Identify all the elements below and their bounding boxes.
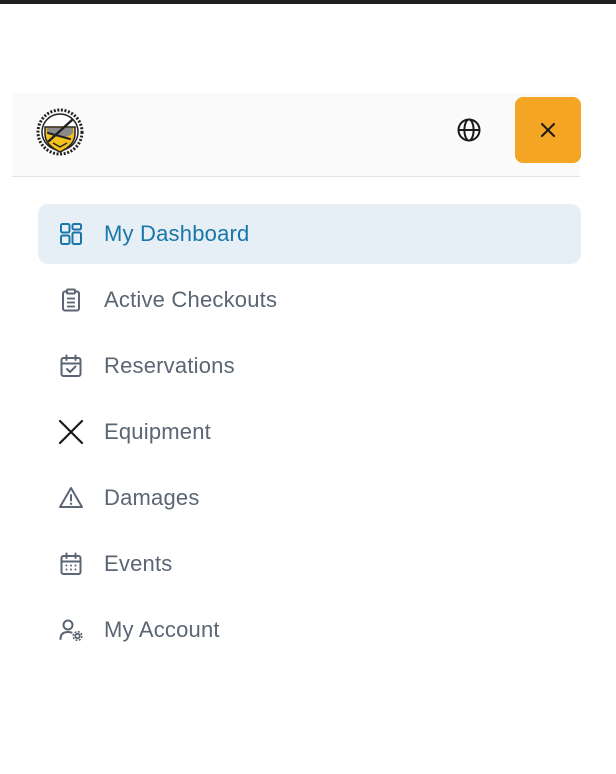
user-gear-icon — [58, 617, 84, 643]
close-menu-button[interactable] — [515, 97, 581, 163]
nav-label: Damages — [104, 485, 200, 510]
nav-item-equipment[interactable]: Equipment — [38, 402, 581, 462]
window-top-border — [0, 0, 616, 4]
menu-header — [12, 93, 581, 177]
nav-item-events[interactable]: Events — [38, 534, 581, 594]
clipboard-list-icon — [58, 287, 84, 313]
nav-item-my-account[interactable]: My Account — [38, 600, 581, 660]
main-navigation: My Dashboard Active Checkouts Reservatio… — [38, 204, 581, 666]
shield-emblem-icon[interactable] — [35, 107, 85, 157]
calendar-check-icon — [58, 353, 84, 379]
nav-label: My Account — [104, 617, 220, 642]
nav-label: Active Checkouts — [104, 287, 278, 312]
nav-label: My Dashboard — [104, 221, 250, 246]
nav-label: Reservations — [104, 353, 235, 378]
nav-item-active-checkouts[interactable]: Active Checkouts — [38, 270, 581, 330]
close-icon — [541, 123, 555, 137]
globe-icon — [457, 118, 481, 142]
mobile-menu-page: My Dashboard Active Checkouts Reservatio… — [0, 0, 616, 774]
nav-item-my-dashboard[interactable]: My Dashboard — [38, 204, 581, 264]
nav-label: Equipment — [104, 419, 211, 444]
nav-item-damages[interactable]: Damages — [38, 468, 581, 528]
warning-triangle-icon — [58, 485, 84, 511]
nav-item-reservations[interactable]: Reservations — [38, 336, 581, 396]
nav-label: Events — [104, 551, 173, 576]
crossed-paddles-icon — [58, 419, 84, 445]
dashboard-grid-icon — [58, 221, 84, 247]
calendar-grid-icon — [58, 551, 84, 577]
language-button[interactable] — [452, 113, 486, 147]
